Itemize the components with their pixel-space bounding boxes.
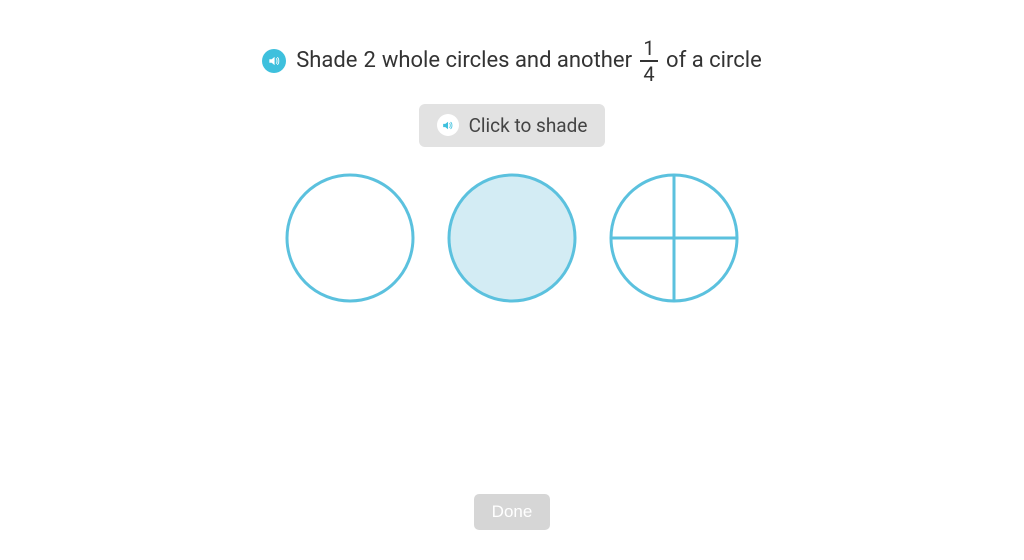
fraction-numerator: 1	[643, 38, 654, 60]
done-button[interactable]: Done	[474, 494, 551, 530]
circle-1[interactable]	[283, 171, 417, 305]
circle-shape	[449, 175, 575, 301]
instruction-prefix: Shade	[296, 48, 357, 73]
fraction-denominator: 4	[643, 62, 654, 84]
circle-shape	[287, 175, 413, 301]
circle-3[interactable]	[607, 171, 741, 305]
hint-box: Click to shade	[419, 104, 606, 147]
instruction-fraction: 1 4	[640, 38, 658, 84]
instruction-text: Shade 2 whole circles and another 1 4 of…	[296, 38, 762, 84]
circles-row	[0, 171, 1024, 305]
instruction-suffix: of a circle	[666, 48, 762, 73]
instruction-row: Shade 2 whole circles and another 1 4 of…	[0, 0, 1024, 84]
hint-label: Click to shade	[469, 114, 588, 137]
instruction-mid: whole circles and another	[382, 48, 632, 73]
circle-2[interactable]	[445, 171, 579, 305]
done-row: Done	[0, 494, 1024, 530]
audio-icon[interactable]	[262, 49, 286, 73]
audio-icon[interactable]	[437, 114, 459, 136]
instruction-whole-count: 2	[363, 48, 375, 73]
hint-row: Click to shade	[0, 104, 1024, 147]
